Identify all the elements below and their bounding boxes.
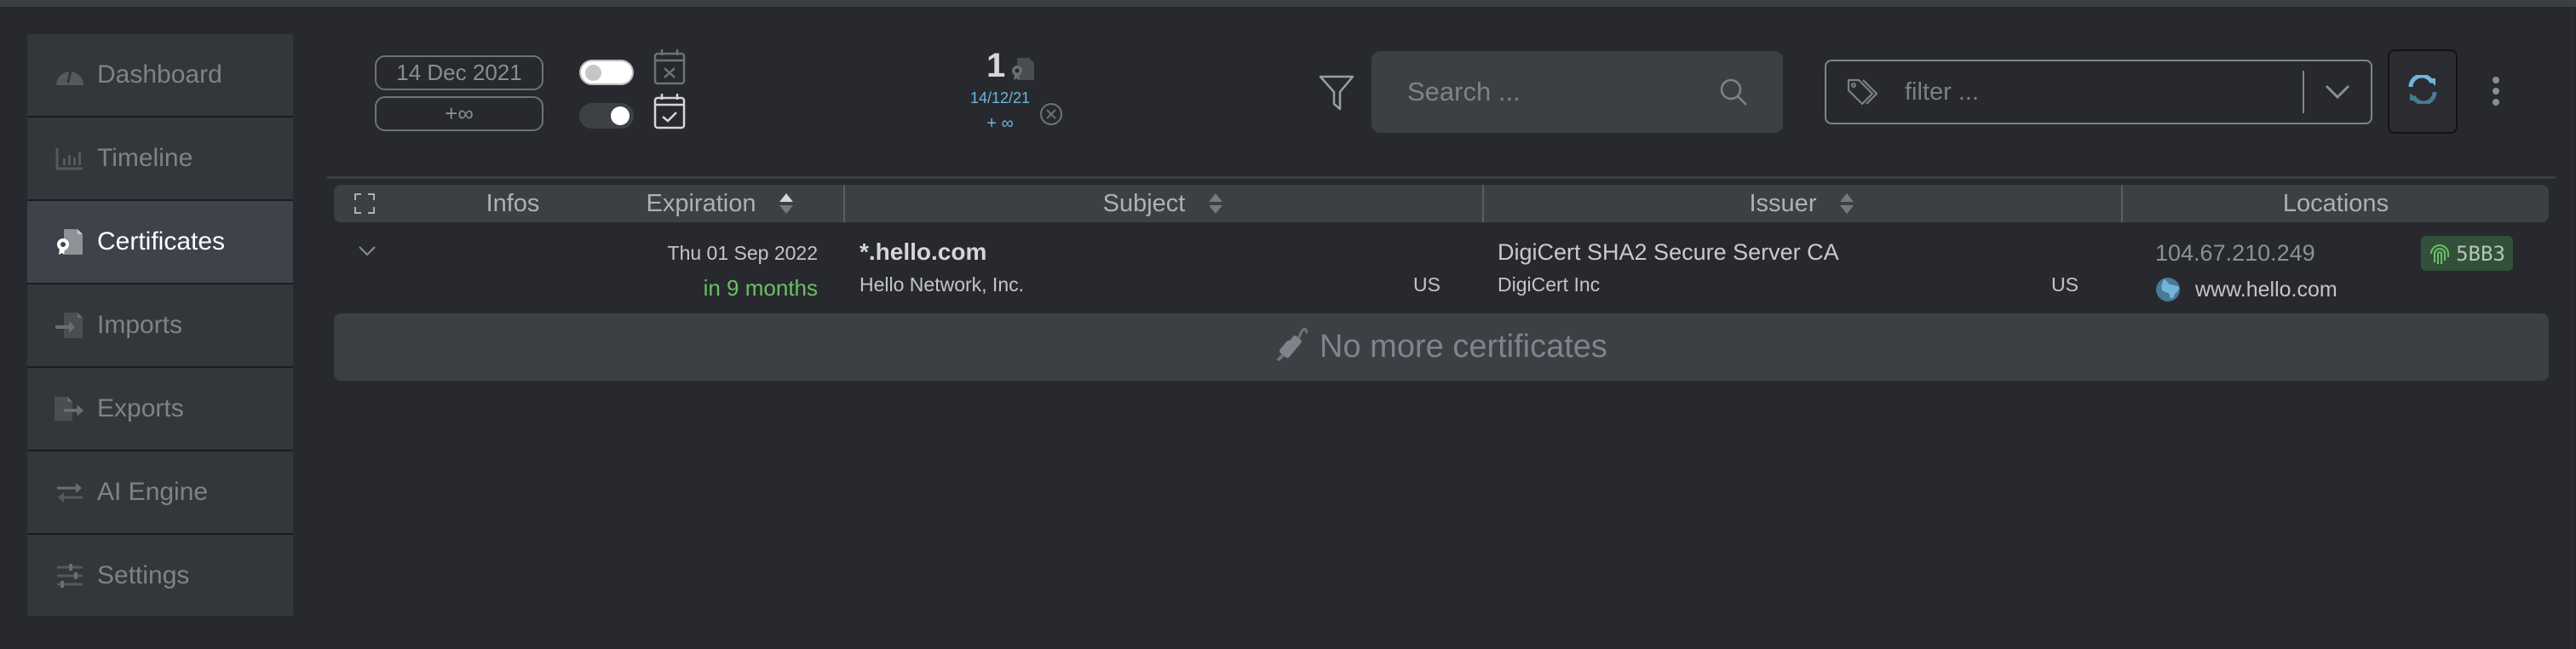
search-box xyxy=(1371,51,1783,133)
tags-icon xyxy=(1847,78,1881,106)
issuer-organization: DigiCert Inc xyxy=(1498,273,1601,296)
sidebar-item-label: Dashboard xyxy=(97,60,222,89)
column-label: Issuer xyxy=(1749,189,1817,217)
counter-start-date: 14/12/21 xyxy=(969,89,1031,106)
search-input[interactable] xyxy=(1406,76,1749,108)
sidebar-item-ai-engine[interactable]: AI Engine xyxy=(27,451,293,533)
sidebar-item-label: AI Engine xyxy=(97,478,209,506)
scrollbar-track[interactable] xyxy=(2571,7,2573,649)
window-top-bar xyxy=(0,0,2576,7)
bar-chart-icon xyxy=(55,144,85,173)
exchange-arrows-icon xyxy=(55,478,85,507)
expiration-date: Thu 01 Sep 2022 xyxy=(667,242,818,264)
sidebar-item-dashboard[interactable]: Dashboard xyxy=(27,34,293,116)
tag-filter-input[interactable] xyxy=(1903,77,2303,107)
location-hostname[interactable]: www.hello.com xyxy=(2195,278,2337,302)
sliders-icon xyxy=(55,561,85,590)
sidebar-item-label: Imports xyxy=(97,311,183,339)
column-label: Subject xyxy=(1102,189,1186,217)
footer-message: No more certificates xyxy=(1320,329,1607,365)
certificate-icon xyxy=(1010,56,1036,82)
sidebar-item-label: Exports xyxy=(97,394,184,422)
select-divider xyxy=(2303,71,2304,113)
sidebar-item-certificates[interactable]: Certificates xyxy=(27,201,293,283)
sort-icon[interactable] xyxy=(1838,192,1855,215)
sort-icon[interactable] xyxy=(1207,192,1224,215)
end-date-toggle[interactable] xyxy=(579,103,634,129)
fingerprint-badge[interactable]: 5BB3 xyxy=(2421,236,2513,271)
filter-funnel-icon[interactable] xyxy=(1319,72,1354,112)
column-header-infos: Infos xyxy=(428,185,598,222)
toggle-knob xyxy=(611,106,630,125)
clear-range-icon[interactable] xyxy=(1039,102,1063,126)
certificate-count: 1 xyxy=(986,47,1006,84)
sort-asc-icon[interactable] xyxy=(778,192,795,215)
fingerprint-icon xyxy=(2430,244,2450,264)
calendar-check-icon[interactable] xyxy=(653,92,687,129)
start-date-toggle[interactable] xyxy=(579,60,634,85)
file-import-icon xyxy=(55,311,85,340)
sidebar-item-label: Settings xyxy=(97,560,190,589)
table-header: Infos Expiration Subject Issuer Location… xyxy=(334,185,2549,222)
location-ip[interactable]: 104.67.210.249 xyxy=(2155,240,2315,267)
column-header-locations: Locations xyxy=(2123,185,2549,222)
issuer-country: US xyxy=(2051,273,2079,296)
column-label: Expiration xyxy=(646,189,756,217)
table-row[interactable]: Thu 01 Sep 2022 in 9 months *.hello.com … xyxy=(334,223,2549,312)
counter-end-date: + ∞ xyxy=(986,114,1014,133)
expiration-relative: in 9 months xyxy=(703,275,818,301)
sidebar-item-label: Timeline xyxy=(97,144,193,172)
sidebar-item-label: Certificates xyxy=(97,227,226,256)
tag-filter-select xyxy=(1825,60,2372,124)
sidebar-item-settings[interactable]: Settings xyxy=(27,535,293,616)
subject-organization: Hello Network, Inc. xyxy=(860,273,1025,296)
sidebar-item-timeline[interactable]: Timeline xyxy=(27,118,293,199)
issuer-common-name: DigiCert SHA2 Secure Server CA xyxy=(1498,239,1839,265)
column-header-subject[interactable]: Subject xyxy=(845,185,1482,222)
gauge-icon xyxy=(55,60,85,89)
unplugged-icon xyxy=(1275,326,1309,368)
subject-common-name: *.hello.com xyxy=(860,238,987,265)
toolbar-divider xyxy=(327,176,2556,179)
search-icon[interactable] xyxy=(1718,77,1749,107)
chevron-down-icon[interactable] xyxy=(358,245,377,257)
chevron-down-icon[interactable] xyxy=(2323,83,2352,101)
certificate-icon xyxy=(55,227,85,256)
start-date-field[interactable]: 14 Dec 2021 xyxy=(375,55,543,90)
subject-country: US xyxy=(1413,273,1440,296)
expand-all-icon[interactable] xyxy=(354,193,375,214)
sidebar-item-exports[interactable]: Exports xyxy=(27,368,293,450)
column-header-expiration[interactable]: Expiration xyxy=(598,185,843,222)
file-export-icon xyxy=(55,394,85,423)
more-options-icon[interactable] xyxy=(2486,73,2506,111)
no-more-certificates-footer: No more certificates xyxy=(334,313,2549,381)
refresh-icon xyxy=(2407,73,2438,108)
toggle-knob xyxy=(585,65,601,81)
fingerprint-value: 5BB3 xyxy=(2456,241,2505,266)
end-date-field[interactable]: +∞ xyxy=(375,96,543,131)
sidebar: Dashboard Timeline Certificates Imports … xyxy=(27,34,293,616)
sidebar-item-imports[interactable]: Imports xyxy=(27,284,293,366)
column-label: Locations xyxy=(2282,189,2389,217)
calendar-clear-icon[interactable] xyxy=(653,48,687,85)
globe-icon xyxy=(2155,276,2181,303)
refresh-button[interactable] xyxy=(2388,49,2458,134)
column-label: Infos xyxy=(486,189,540,217)
column-header-issuer[interactable]: Issuer xyxy=(1484,185,2121,222)
